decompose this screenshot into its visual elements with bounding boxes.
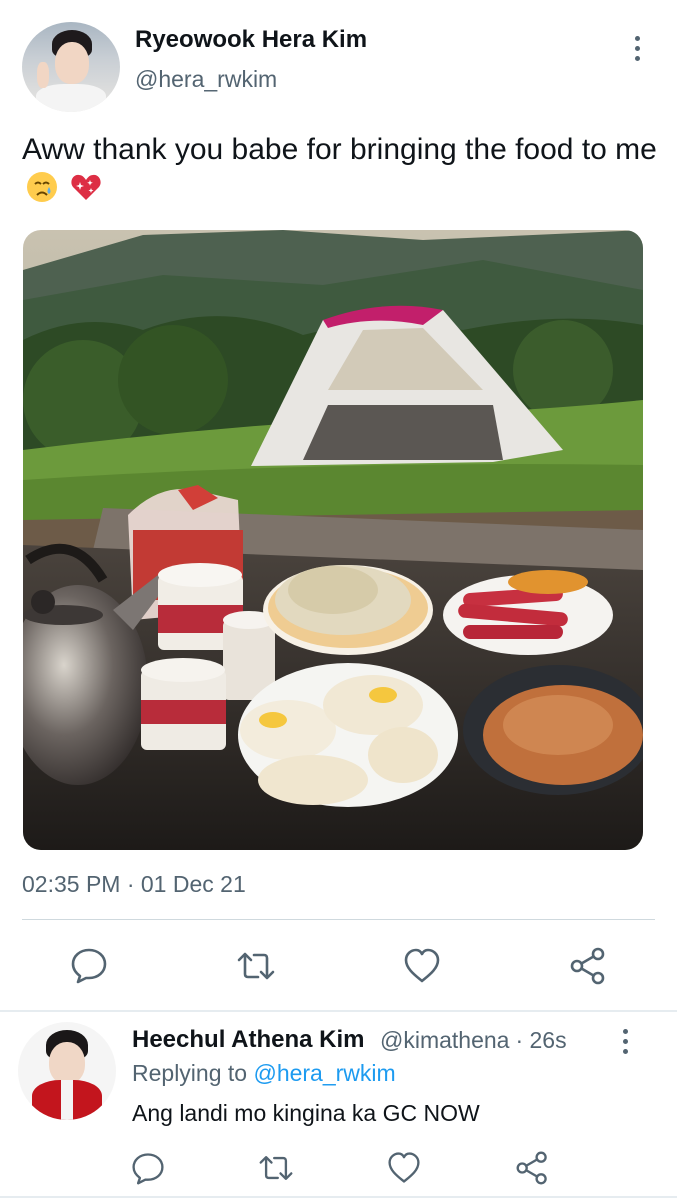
- reply-icon[interactable]: [69, 945, 109, 985]
- divider: [22, 919, 655, 920]
- crying-face-emoji-icon: [27, 172, 57, 202]
- author-name[interactable]: Ryeowook Hera Kim: [135, 26, 367, 54]
- reply-share-icon[interactable]: [515, 1150, 551, 1186]
- like-icon[interactable]: [402, 946, 442, 986]
- reply-more-options-icon[interactable]: [621, 1029, 629, 1054]
- peace-hand: [37, 62, 49, 88]
- reply-like-icon[interactable]: [386, 1150, 422, 1186]
- bottom-divider: [0, 1196, 677, 1198]
- replying-to-label: Replying to: [132, 1060, 248, 1086]
- author-handle[interactable]: @hera_rwkim: [135, 66, 277, 93]
- reply-author-handle-and-time[interactable]: @kimathena · 26s: [380, 1027, 567, 1054]
- camping-meal-photo: [23, 230, 643, 850]
- share-icon[interactable]: [569, 946, 609, 986]
- reply-retweet-icon[interactable]: [258, 1150, 294, 1186]
- sparkling-heart-emoji-icon: [71, 174, 101, 200]
- retweet-icon[interactable]: [236, 946, 276, 986]
- reply-reply-icon[interactable]: [130, 1150, 166, 1186]
- author-avatar[interactable]: [22, 22, 120, 112]
- tweet-text: Aww thank you babe for bringing the food…: [22, 130, 662, 208]
- reply-author-avatar[interactable]: [18, 1022, 116, 1120]
- reply-time: · 26s: [515, 1027, 567, 1053]
- more-options-icon[interactable]: [633, 36, 641, 61]
- replying-to-line: Replying to @hera_rwkim: [132, 1060, 396, 1087]
- tweet-photo[interactable]: [23, 230, 643, 850]
- replying-to-handle[interactable]: @hera_rwkim: [253, 1060, 395, 1086]
- reply-author-handle[interactable]: @kimathena: [380, 1027, 509, 1053]
- tweet-body: Aww thank you babe for bringing the food…: [22, 133, 657, 166]
- reply-text: Ang landi mo kingina ka GC NOW: [132, 1100, 480, 1126]
- section-divider: [0, 1010, 677, 1012]
- reply-author-name[interactable]: Heechul Athena Kim: [132, 1026, 365, 1054]
- tweet-timestamp[interactable]: 02:35 PM · 01 Dec 21: [22, 871, 246, 898]
